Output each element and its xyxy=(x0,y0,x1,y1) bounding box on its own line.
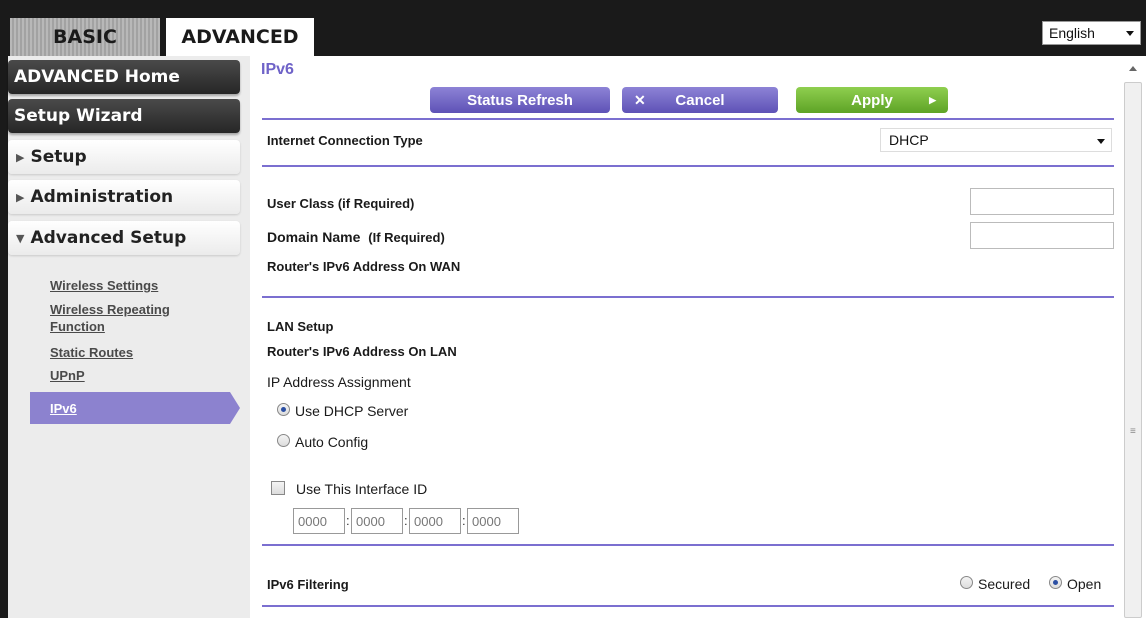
use-dhcp-server-label: Use DHCP Server xyxy=(295,403,409,419)
sidebar-item-administration[interactable]: ▶ Administration xyxy=(8,180,240,214)
vertical-scrollbar[interactable] xyxy=(1120,56,1146,618)
cancel-button[interactable]: ✕ Cancel xyxy=(622,87,778,113)
chevron-down-icon xyxy=(1126,31,1134,36)
sidebar-item-setup[interactable]: ▶ Setup xyxy=(8,140,240,174)
sidebar-item-advanced-setup[interactable]: ▼ Advanced Setup xyxy=(8,221,240,255)
language-select[interactable]: English xyxy=(1042,21,1141,45)
ip-assignment-label: IP Address Assignment xyxy=(267,374,411,390)
auto-config-radio[interactable] xyxy=(277,434,290,447)
interface-id-field-2[interactable]: 0000 xyxy=(351,508,403,534)
sidebar-link-upnp[interactable]: UPnP xyxy=(50,369,85,382)
user-class-input[interactable] xyxy=(970,188,1114,215)
divider xyxy=(262,118,1114,120)
filtering-secured-radio[interactable] xyxy=(960,576,973,589)
sidebar-link-wireless-repeating[interactable]: Wireless Repeating xyxy=(50,303,170,316)
ipv6-filtering-label: IPv6 Filtering xyxy=(267,577,349,592)
scroll-grip-icon: ≡ xyxy=(1130,426,1136,437)
colon-separator: : xyxy=(462,513,466,528)
sidebar-link-static-routes[interactable]: Static Routes xyxy=(50,346,133,359)
sidebar-link-wireless-settings[interactable]: Wireless Settings xyxy=(50,279,158,292)
domain-name-input[interactable] xyxy=(970,222,1114,249)
sidebar-link-ipv6[interactable]: IPv6 xyxy=(30,392,240,424)
connection-type-value: DHCP xyxy=(889,132,929,148)
sidebar: ADVANCED Home Setup Wizard ▶ Setup ▶ Adm… xyxy=(8,56,250,618)
status-refresh-label: Status Refresh xyxy=(467,91,573,109)
filtering-open-label: Open xyxy=(1067,576,1102,592)
close-icon: ✕ xyxy=(634,91,646,108)
colon-separator: : xyxy=(346,513,350,528)
filtering-open-radio[interactable] xyxy=(1049,576,1062,589)
divider xyxy=(262,605,1114,607)
triangle-down-icon: ▼ xyxy=(16,231,25,245)
user-class-label: User Class (if Required) xyxy=(267,196,415,211)
use-dhcp-server-radio[interactable] xyxy=(277,403,290,416)
apply-button[interactable]: Apply ▶ xyxy=(796,87,948,113)
auto-config-label: Auto Config xyxy=(295,434,369,450)
sidebar-item-advanced-home[interactable]: ADVANCED Home xyxy=(8,60,240,94)
triangle-right-icon: ▶ xyxy=(929,94,936,105)
interface-id-field-3[interactable]: 0000 xyxy=(409,508,461,534)
interface-id-field-4[interactable]: 0000 xyxy=(467,508,519,534)
page-title: IPv6 xyxy=(261,61,294,78)
apply-label: Apply xyxy=(851,91,893,109)
sidebar-item-label: Advanced Setup xyxy=(30,228,187,248)
triangle-right-icon: ▶ xyxy=(16,150,25,164)
interface-id-label: Use This Interface ID xyxy=(296,481,428,497)
domain-name-label: Domain Name (If Required) xyxy=(267,229,445,245)
language-select-value: English xyxy=(1049,25,1095,41)
filtering-secured-label: Secured xyxy=(978,576,1031,592)
scrollbar-track[interactable] xyxy=(1124,82,1142,618)
connection-type-select[interactable]: DHCP xyxy=(880,128,1112,152)
cancel-label: Cancel xyxy=(675,91,725,109)
sidebar-item-setup-wizard[interactable]: Setup Wizard xyxy=(8,99,240,133)
domain-name-hint: (If Required) xyxy=(368,230,445,245)
main-panel: IPv6 Status Refresh ✕ Cancel Apply ▶ Int… xyxy=(250,56,1120,618)
lan-address-label: Router's IPv6 Address On LAN xyxy=(267,344,457,359)
tab-basic[interactable]: BASIC xyxy=(10,18,160,56)
domain-name-label-text: Domain Name xyxy=(267,229,361,245)
sidebar-link-wireless-repeating-function[interactable]: Function xyxy=(50,320,105,333)
divider xyxy=(262,165,1114,167)
connection-type-label: Internet Connection Type xyxy=(267,133,423,148)
divider xyxy=(262,544,1114,546)
status-refresh-button[interactable]: Status Refresh xyxy=(430,87,610,113)
sidebar-item-label: Administration xyxy=(30,187,174,207)
sidebar-item-label: Setup xyxy=(30,147,87,167)
triangle-right-icon: ▶ xyxy=(16,190,25,204)
scroll-up-arrow-icon[interactable] xyxy=(1129,66,1137,71)
wan-address-label: Router's IPv6 Address On WAN xyxy=(267,259,461,274)
divider xyxy=(262,296,1114,298)
tab-advanced[interactable]: ADVANCED xyxy=(166,18,314,56)
chevron-down-icon xyxy=(1097,139,1105,144)
top-bar: BASIC ADVANCED English xyxy=(0,0,1146,56)
lan-setup-heading: LAN Setup xyxy=(267,319,334,334)
interface-id-checkbox[interactable] xyxy=(271,481,285,495)
interface-id-field-1[interactable]: 0000 xyxy=(293,508,345,534)
colon-separator: : xyxy=(404,513,408,528)
